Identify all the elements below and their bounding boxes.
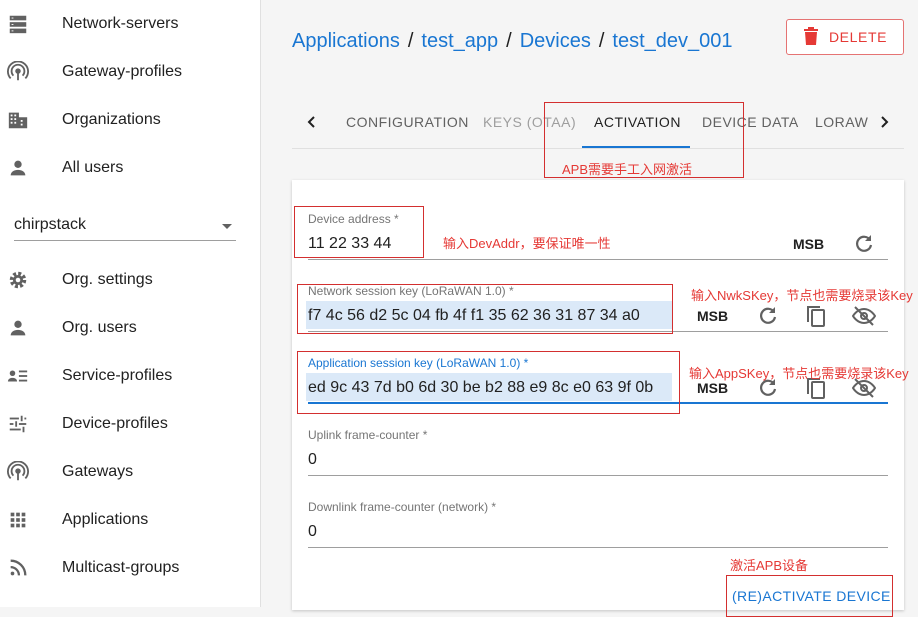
nav-gateways[interactable]: Gateways bbox=[0, 448, 260, 496]
application-session-key-byte-order-toggle[interactable]: MSB bbox=[697, 380, 728, 396]
breadcrumb-device-current: test_dev_001 bbox=[612, 30, 733, 52]
annotation-box-device-address bbox=[294, 206, 424, 258]
refresh-icon[interactable] bbox=[756, 304, 780, 328]
nav-network-servers[interactable]: Network-servers bbox=[0, 0, 260, 48]
nav-label: Gateways bbox=[62, 463, 134, 480]
annotation-box-network-session-key bbox=[297, 284, 673, 334]
breadcrumb-devices-link[interactable]: Devices bbox=[520, 30, 591, 53]
nav-organizations[interactable]: Organizations bbox=[0, 96, 260, 144]
server-icon bbox=[6, 12, 30, 36]
uplink-frame-counter-underline bbox=[308, 475, 888, 476]
delete-button[interactable]: DELETE bbox=[786, 19, 904, 55]
downlink-frame-counter-input[interactable]: 0 bbox=[308, 523, 317, 541]
nav-label: Multicast-groups bbox=[62, 559, 180, 576]
person-icon bbox=[6, 156, 30, 180]
sidebar: Network-servers Gateway-profiles Organiz… bbox=[0, 0, 261, 607]
radio-tower-icon bbox=[6, 60, 30, 84]
nav-label: All users bbox=[62, 159, 124, 176]
nav-org-settings[interactable]: Org. settings bbox=[0, 256, 260, 304]
breadcrumb-applications-link[interactable]: Applications bbox=[292, 30, 400, 53]
nav-label: Organizations bbox=[62, 111, 161, 128]
nav-label: Gateway-profiles bbox=[62, 63, 183, 80]
copy-icon[interactable] bbox=[804, 304, 828, 328]
nav-label: Org. settings bbox=[62, 271, 153, 288]
annotation-activate-note: 激活APB设备 bbox=[730, 558, 809, 573]
nav-gateway-profiles[interactable]: Gateway-profiles bbox=[0, 48, 260, 96]
breadcrumb-separator: / bbox=[598, 30, 605, 52]
network-session-key-byte-order-toggle[interactable]: MSB bbox=[697, 308, 728, 324]
rss-icon bbox=[6, 556, 30, 580]
annotation-activation-note: APB需要手工入网激活 bbox=[562, 162, 693, 177]
organization-select-value: chirpstack bbox=[14, 216, 87, 233]
uplink-frame-counter-label: Uplink frame-counter * bbox=[308, 428, 428, 442]
nav-all-users[interactable]: All users bbox=[0, 144, 260, 192]
visibility-off-icon[interactable] bbox=[851, 304, 877, 328]
refresh-icon[interactable] bbox=[852, 232, 876, 256]
tab-lorawan-frames[interactable]: LORAW bbox=[815, 114, 868, 130]
annotation-box-activate-button bbox=[726, 575, 893, 617]
nav-service-profiles[interactable]: Service-profiles bbox=[0, 352, 260, 400]
organization-select[interactable]: chirpstack bbox=[14, 210, 236, 241]
uplink-frame-counter-input[interactable]: 0 bbox=[308, 451, 317, 469]
downlink-frame-counter-underline bbox=[308, 547, 888, 548]
delete-button-label: DELETE bbox=[828, 29, 888, 45]
nav-applications[interactable]: Applications bbox=[0, 496, 260, 544]
nav-label: Service-profiles bbox=[62, 367, 173, 384]
gear-icon bbox=[6, 268, 30, 292]
account-list-icon bbox=[6, 364, 30, 388]
breadcrumb: Applications / test_app / Devices / test_dev_0… bbox=[292, 30, 733, 53]
nav-label: Org. users bbox=[62, 319, 137, 336]
nav-multicast-groups[interactable]: Multicast-groups bbox=[0, 544, 260, 592]
annotation-nwkskey-note: 输入NwkSKey，节点也需要烧录该Key bbox=[691, 288, 913, 303]
apps-grid-icon bbox=[6, 508, 30, 532]
building-icon bbox=[6, 108, 30, 132]
breadcrumb-separator: / bbox=[407, 30, 414, 52]
breadcrumb-separator: / bbox=[506, 30, 512, 52]
nav-device-profiles[interactable]: Device-profiles bbox=[0, 400, 260, 448]
sliders-icon bbox=[6, 412, 30, 436]
nav-label: Network-servers bbox=[62, 15, 179, 32]
nav-org-users[interactable]: Org. users bbox=[0, 304, 260, 352]
device-address-underline bbox=[308, 259, 888, 260]
tabs-scroll-left-icon[interactable] bbox=[302, 112, 322, 132]
annotation-appskey-note: 输入AppSKey，节点也需要烧录该Key bbox=[689, 366, 909, 381]
nav-label: Applications bbox=[62, 511, 149, 528]
annotation-box-application-session-key bbox=[297, 351, 680, 414]
trash-icon bbox=[803, 26, 819, 48]
downlink-frame-counter-label: Downlink frame-counter (network) * bbox=[308, 500, 497, 514]
annotation-devaddr-note: 输入DevAddr，要保证唯一性 bbox=[443, 236, 611, 251]
nav-label: Device-profiles bbox=[62, 415, 168, 432]
tab-configuration[interactable]: CONFIGURATION bbox=[346, 114, 469, 130]
person-icon bbox=[6, 316, 30, 340]
breadcrumb-app-link[interactable]: test_app bbox=[421, 30, 498, 53]
radio-tower-icon bbox=[6, 460, 30, 484]
device-address-byte-order-toggle[interactable]: MSB bbox=[793, 236, 824, 252]
chevron-down-icon bbox=[222, 224, 232, 229]
tabs-scroll-right-icon[interactable] bbox=[874, 112, 894, 132]
